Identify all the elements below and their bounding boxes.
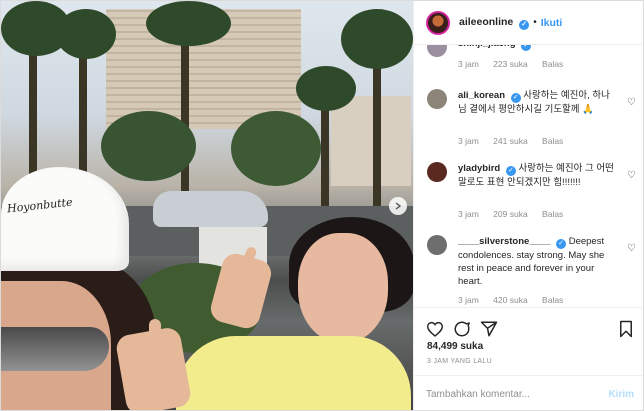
comment-text: ali_korean ✓ 사랑하는 예진아, 하나님 곁에서 평안하시길 기도할… bbox=[458, 89, 618, 116]
next-arrow-icon[interactable] bbox=[389, 197, 407, 215]
reply-button[interactable]: Balas bbox=[542, 59, 563, 69]
username-link[interactable]: aileeonline ✓ bbox=[459, 15, 530, 30]
car bbox=[153, 191, 268, 227]
post-comment-button[interactable]: Kirim bbox=[608, 389, 634, 400]
commenter-avatar[interactable] bbox=[427, 45, 447, 57]
comment-time[interactable]: 3 jam bbox=[458, 209, 479, 219]
post-header: aileeonline ✓ • Ikuti bbox=[414, 1, 643, 45]
separator: • bbox=[533, 17, 537, 28]
comments-list[interactable]: shinji_jiaeng ✓ 3 jam 223 suka Balas ali… bbox=[414, 45, 643, 307]
add-comment-bar: Kirim bbox=[414, 375, 643, 410]
comment-likes[interactable]: 223 suka bbox=[493, 59, 528, 69]
reply-button[interactable]: Balas bbox=[542, 136, 563, 146]
commenter-username[interactable]: ali_korean bbox=[458, 90, 505, 101]
share-icon[interactable] bbox=[480, 320, 498, 338]
reply-button[interactable]: Balas bbox=[542, 295, 563, 305]
post-timestamp[interactable]: 3 JAM YANG LALU bbox=[427, 358, 492, 365]
comment-likes[interactable]: 420 suka bbox=[493, 295, 528, 305]
comment-text: shinji_jiaeng ✓ bbox=[458, 45, 618, 51]
comment-likes[interactable]: 241 suka bbox=[493, 136, 528, 146]
commenter-avatar[interactable] bbox=[427, 235, 447, 255]
sunglasses bbox=[1, 327, 109, 371]
comment-text: yladybird ✓ 사랑하는 예진아 그 어떤말로도 표현 안되겠지만 힘!… bbox=[458, 162, 618, 189]
background-building-right bbox=[331, 96, 411, 186]
heart-icon[interactable]: ♡ bbox=[627, 243, 636, 254]
verified-badge-icon: ✓ bbox=[521, 45, 532, 51]
white-cap bbox=[1, 167, 129, 271]
palm-fronds bbox=[56, 9, 116, 59]
comment-time[interactable]: 3 jam bbox=[458, 59, 479, 69]
avatar[interactable] bbox=[426, 10, 450, 35]
bookmark-icon[interactable] bbox=[617, 320, 635, 338]
commenter-username[interactable]: yladybird bbox=[458, 163, 500, 174]
comment-meta: 3 jam 223 suka Balas bbox=[458, 59, 575, 69]
comment-time[interactable]: 3 jam bbox=[458, 295, 479, 305]
likes-count[interactable]: 84,499 suka bbox=[427, 341, 483, 352]
palm-fronds bbox=[296, 66, 356, 111]
reply-button[interactable]: Balas bbox=[542, 209, 563, 219]
comment-meta: 3 jam 209 suka Balas bbox=[458, 209, 575, 219]
post-side-panel: aileeonline ✓ • Ikuti shinji_jiaeng ✓ 3 … bbox=[413, 1, 643, 410]
verified-badge-icon: ✓ bbox=[556, 239, 567, 249]
finger bbox=[149, 319, 161, 359]
username-text: aileeonline bbox=[459, 15, 514, 28]
commenter-avatar[interactable] bbox=[427, 89, 447, 109]
tree-foliage bbox=[101, 111, 196, 181]
verified-badge-icon: ✓ bbox=[519, 19, 530, 30]
tree-foliage bbox=[231, 111, 321, 186]
verified-badge-icon: ✓ bbox=[505, 166, 516, 176]
post-photo[interactable]: Hoyonbutte bbox=[1, 1, 413, 410]
comment-likes[interactable]: 209 suka bbox=[493, 209, 528, 219]
commenter-username[interactable]: ____silverstone____ bbox=[458, 236, 550, 247]
instagram-post: Hoyonbutte aileeonline ✓ • Ikuti shinji_… bbox=[0, 0, 644, 411]
comment-time[interactable]: 3 jam bbox=[458, 136, 479, 146]
woman-face bbox=[298, 233, 388, 343]
commenter-username[interactable]: shinji_jiaeng bbox=[458, 45, 516, 49]
heart-icon[interactable]: ♡ bbox=[627, 97, 636, 108]
heart-icon[interactable]: ♡ bbox=[627, 170, 636, 181]
palm-fronds bbox=[146, 1, 231, 46]
follow-button[interactable]: Ikuti bbox=[541, 17, 563, 29]
verified-badge-icon: ✓ bbox=[510, 93, 521, 103]
commenter-avatar[interactable] bbox=[427, 162, 447, 182]
yellow-shirt bbox=[176, 336, 411, 410]
comment-text: ____silverstone____ ✓ Deepest condolence… bbox=[458, 235, 618, 288]
comment-meta: 3 jam 241 suka Balas bbox=[458, 136, 575, 146]
comment-icon[interactable] bbox=[453, 320, 471, 338]
heart-icon[interactable] bbox=[426, 320, 444, 338]
comment-input[interactable] bbox=[426, 388, 609, 400]
palm-fronds bbox=[341, 9, 413, 69]
comment-meta: 3 jam 420 suka Balas bbox=[458, 295, 575, 305]
